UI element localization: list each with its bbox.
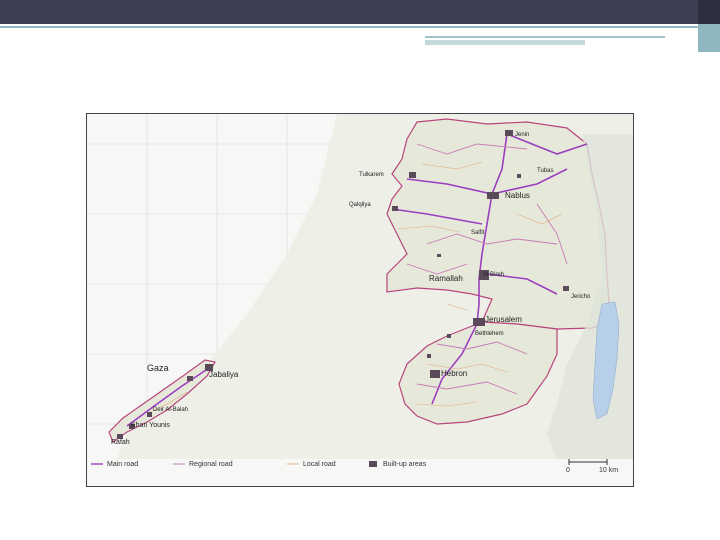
scale-zero: 0: [566, 467, 570, 474]
legend-built-up: Built-up areas: [383, 461, 427, 468]
label-tubas: Tubas: [537, 168, 553, 174]
label-bethlehem: Bethlehem: [475, 331, 504, 337]
label-nablus: Nablus: [505, 191, 530, 200]
label-albireh: Al Bireh: [483, 272, 504, 278]
label-khan-younis: Khan Younis: [131, 422, 170, 429]
palestine-road-map: Jenin Tubas Tulkarem Qalqilya Nablus Sal…: [86, 113, 634, 487]
header-corner-block: [698, 0, 720, 24]
label-jabaliya: Jabaliya: [209, 370, 239, 379]
label-ramallah: Ramallah: [429, 274, 463, 283]
label-jericho: Jericho: [571, 294, 591, 300]
map-svg: Jenin Tubas Tulkarem Qalqilya Nablus Sal…: [87, 114, 633, 474]
map-legend: Main road Regional road Local road Built…: [91, 461, 427, 468]
header-accent-stripe-thin: [425, 36, 665, 38]
legend-local-road: Local road: [303, 461, 336, 468]
label-hebron: Hebron: [441, 369, 467, 378]
label-jenin: Jenin: [515, 132, 529, 138]
label-gaza: Gaza: [147, 363, 169, 373]
legend-regional-road: Regional road: [189, 461, 233, 468]
header-accent-corner: [698, 24, 720, 52]
label-tulkarem: Tulkarem: [359, 172, 384, 178]
slide-header-bar: [0, 0, 720, 24]
legend-main-road: Main road: [107, 461, 138, 468]
label-salfit: Salfit: [471, 230, 485, 236]
label-rafah: Rafah: [111, 439, 130, 446]
scale-bar: 0 10 km: [566, 459, 618, 474]
header-accent-stripe: [425, 40, 585, 45]
label-jerusalem: Jerusalem: [485, 315, 522, 324]
label-deir-al-balah: Deir Al-Balah: [153, 407, 188, 413]
label-qalqilya: Qalqilya: [349, 202, 371, 208]
header-accent-line: [0, 26, 720, 36]
scale-end: 10 km: [599, 467, 618, 474]
